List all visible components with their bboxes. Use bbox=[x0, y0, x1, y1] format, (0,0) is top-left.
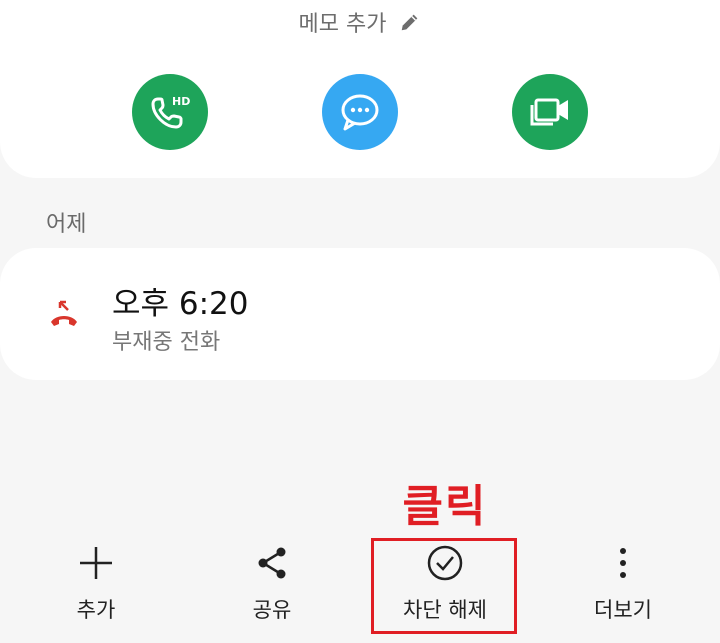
contact-actions-card: 메모 추가 HD bbox=[0, 0, 720, 178]
more-options-button[interactable]: 더보기 bbox=[548, 540, 698, 640]
hd-badge: HD bbox=[172, 95, 190, 108]
add-memo-label: 메모 추가 bbox=[298, 12, 387, 37]
share-label: 공유 bbox=[252, 598, 292, 622]
call-type: 부재중 전화 bbox=[112, 330, 221, 355]
hd-voice-call-button[interactable]: HD bbox=[132, 74, 208, 150]
message-bubble-icon bbox=[341, 94, 379, 131]
click-highlight-box bbox=[371, 538, 517, 634]
video-camera-icon bbox=[530, 98, 568, 126]
pencil-icon bbox=[399, 11, 421, 39]
date-section-header: 어제 bbox=[46, 212, 87, 237]
more-label: 더보기 bbox=[594, 598, 652, 622]
add-contact-button[interactable]: 추가 bbox=[21, 540, 171, 640]
message-button[interactable] bbox=[322, 74, 398, 150]
add-memo-button[interactable]: 메모 추가 bbox=[0, 6, 720, 39]
call-time: 오후 6:20 bbox=[112, 286, 249, 322]
phone-hd-icon: HD bbox=[151, 95, 190, 129]
plus-icon bbox=[78, 545, 114, 585]
add-label: 추가 bbox=[76, 598, 116, 622]
call-log-entry[interactable]: 오후 6:20 부재중 전화 bbox=[0, 248, 720, 380]
click-annotation: 클릭 bbox=[402, 481, 488, 532]
video-call-button[interactable] bbox=[512, 74, 588, 150]
share-icon bbox=[256, 546, 288, 584]
share-button[interactable]: 공유 bbox=[197, 540, 347, 640]
missed-call-icon bbox=[48, 298, 80, 334]
more-vertical-icon bbox=[618, 546, 628, 584]
